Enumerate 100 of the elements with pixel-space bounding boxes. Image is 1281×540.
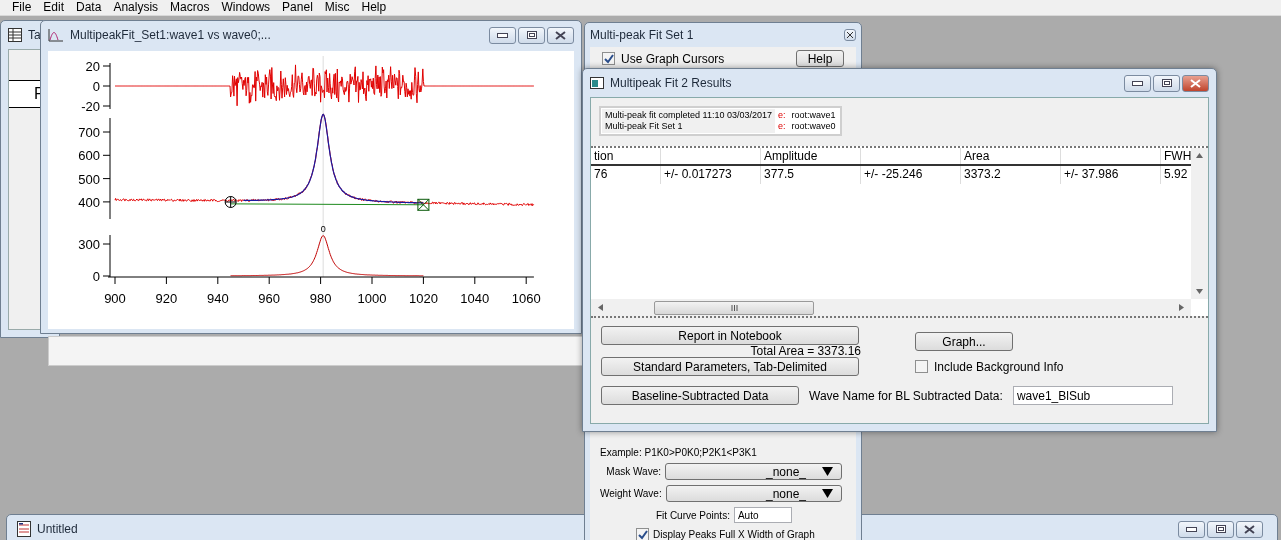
column-header: Amplitude — [761, 148, 861, 164]
scroll-down-icon[interactable] — [1196, 288, 1203, 295]
tick-label: 400 — [78, 194, 100, 210]
menu-item[interactable]: Panel — [276, 0, 319, 15]
scroll-thumb[interactable] — [654, 300, 814, 315]
checkbox[interactable] — [636, 528, 649, 540]
window-title: Ta — [28, 28, 42, 42]
column-header: Area — [961, 148, 1061, 164]
tick-label: 1040 — [460, 291, 490, 306]
dropdown-value: _none_ — [765, 464, 806, 479]
tick-label: 300 — [78, 237, 100, 252]
close-button[interactable] — [547, 26, 574, 44]
checkbox-label: Display Peaks Full X Width of Graph — [653, 529, 815, 540]
menu-item[interactable]: Help — [355, 0, 393, 15]
menu-item[interactable]: Edit — [37, 0, 71, 15]
scroll-left-icon[interactable] — [597, 304, 604, 311]
close-button[interactable] — [1182, 74, 1209, 92]
tick-label: -20 — [81, 99, 100, 114]
close-button[interactable] — [844, 29, 856, 41]
close-button[interactable] — [1236, 520, 1263, 538]
close-icon — [1244, 524, 1255, 534]
menu-item[interactable]: File — [6, 0, 38, 15]
maximize-button[interactable] — [1153, 74, 1180, 92]
maximize-button[interactable] — [1207, 520, 1234, 538]
tick-label: 1060 — [511, 291, 541, 306]
horizontal-scrollbar[interactable] — [591, 299, 1191, 316]
fit-curve-points-field[interactable]: Auto — [733, 507, 792, 523]
minimize-icon — [1132, 80, 1143, 86]
wave-dropdown[interactable]: _none_ — [665, 463, 842, 480]
field-label: Wave Name for BL Subtracted Data: — [809, 388, 1003, 403]
grip-icon — [730, 304, 738, 311]
minimize-icon — [497, 32, 508, 38]
minimize-button[interactable] — [1124, 74, 1151, 92]
total-area-text: Total Area = 3373.16 — [750, 345, 861, 357]
minimize-icon — [1186, 526, 1197, 532]
info-marker: e: — [777, 110, 786, 121]
menu-item[interactable]: Data — [70, 0, 108, 15]
dropdown-label: Mask Wave: — [606, 466, 661, 477]
checkbox-label: Include Background Info — [934, 359, 1064, 374]
close-icon — [555, 30, 566, 40]
vertical-scrollbar[interactable] — [1191, 148, 1208, 299]
close-icon — [846, 31, 854, 39]
tick-label: 1000 — [357, 291, 387, 306]
tick-label: 0 — [92, 269, 100, 284]
tick-label: 600 — [78, 148, 100, 164]
info-text: Multi-peak Fit Set 1 — [605, 121, 684, 132]
round-cursor-marker[interactable] — [224, 196, 237, 208]
tick-label: 940 — [206, 291, 229, 306]
report-button[interactable]: Report in Notebook — [601, 326, 859, 345]
graph-button[interactable]: Graph... — [915, 332, 1013, 351]
scroll-up-icon[interactable] — [1196, 152, 1203, 159]
wave-name-field[interactable]: wave1_BlSub — [1012, 386, 1173, 405]
checkbox[interactable] — [915, 360, 928, 373]
checkbox-label: Use Graph Cursors — [621, 51, 726, 66]
dropdown-label: Weight Wave: — [600, 488, 662, 499]
tick-label: 980 — [309, 291, 332, 306]
info-marker: e: — [777, 121, 786, 132]
maximize-button[interactable] — [518, 26, 545, 44]
dropdown-value: _none_ — [765, 486, 806, 501]
menu-item[interactable]: Macros — [164, 0, 216, 15]
menu-item[interactable]: Misc — [318, 0, 356, 15]
window-title: Multi-peak Fit Set 1 — [590, 28, 695, 42]
square-cursor-marker[interactable] — [417, 198, 430, 211]
baseline-subtracted-button[interactable]: Baseline-Subtracted Data — [601, 386, 799, 405]
table-cell: 377.5 — [761, 166, 861, 184]
window-title: MultipeakFit_Set1:wave1 vs wave0;... — [70, 28, 272, 42]
window-title: Untitled — [37, 522, 78, 536]
table-cell: 3373.2 — [961, 166, 1061, 184]
close-icon — [1190, 78, 1201, 88]
wave-dropdown[interactable]: _none_ — [665, 485, 842, 502]
tick-label: 0 — [92, 79, 100, 94]
column-header: tion — [591, 148, 661, 164]
y-axis — [102, 234, 111, 278]
menu-item[interactable]: Analysis — [107, 0, 165, 15]
menu-item[interactable]: Windows — [215, 0, 277, 15]
tick-label: 920 — [155, 291, 178, 306]
dropdown-arrow-icon — [822, 467, 833, 476]
help-button[interactable]: Help — [796, 50, 844, 67]
minimize-button[interactable] — [489, 26, 516, 44]
window-icon — [590, 77, 604, 89]
info-text: Multi-peak fit completed 11:10 03/03/2017 — [605, 110, 772, 121]
wave-name: root:wave1 — [791, 110, 836, 121]
tick-label: 500 — [78, 171, 100, 187]
scroll-right-icon[interactable] — [1178, 304, 1185, 311]
tick-label: 1020 — [408, 291, 438, 306]
maximize-icon — [1161, 79, 1172, 87]
tick-label: 700 — [78, 125, 100, 140]
checkbox[interactable] — [602, 52, 615, 65]
tick-label: 900 — [104, 291, 126, 306]
minimize-button[interactable] — [1178, 520, 1205, 538]
table-cell: +/- 0.017273 — [661, 166, 761, 184]
standard-parameters-button[interactable]: Standard Parameters, Tab-Delimited — [601, 357, 859, 376]
maximize-icon — [526, 31, 537, 39]
tick-label: 20 — [85, 59, 100, 74]
peak-label: 0 — [320, 224, 326, 234]
example-text: Example: P1K0>P0K0;P2K1<P3K1 — [600, 447, 758, 458]
dropdown-arrow-icon — [822, 489, 833, 498]
tick-label: 960 — [258, 291, 281, 306]
table-cell: +/- -25.246 — [861, 166, 961, 184]
table-cell: +/- 37.986 — [1061, 166, 1161, 184]
